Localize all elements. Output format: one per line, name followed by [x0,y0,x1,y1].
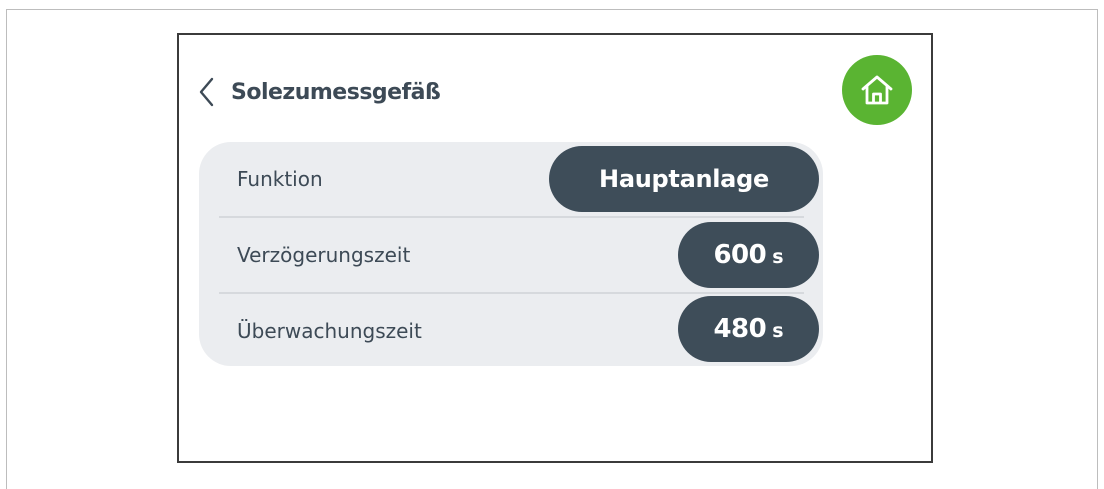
pill-value: 480 [713,314,767,344]
pill-value: Hauptanlage [599,165,769,193]
device-screen: Solezumessgefäß Funktion Hauptanlage Ver… [177,33,933,463]
row-label: Überwachungszeit [237,319,422,343]
settings-panel: Funktion Hauptanlage Verzögerungszeit 60… [199,142,823,366]
home-icon [861,75,893,105]
row-label: Verzögerungszeit [237,243,411,267]
back-button[interactable] [199,75,225,109]
pill-unit: s [772,320,784,342]
chevron-left-icon [199,77,214,107]
pill-value: 600 [713,240,767,270]
row-label: Funktion [237,167,323,191]
verzoegerungszeit-value-button[interactable]: 600 s [678,222,819,288]
settings-row-verzoegerungszeit: Verzögerungszeit 600 s [199,218,823,292]
home-button[interactable] [842,55,912,125]
settings-row-ueberwachungszeit: Überwachungszeit 480 s [199,294,823,368]
pill-unit: s [772,246,784,268]
header: Solezumessgefäß [199,75,441,109]
page-title: Solezumessgefäß [231,79,441,105]
ueberwachungszeit-value-button[interactable]: 480 s [678,296,819,362]
funktion-value-button[interactable]: Hauptanlage [549,146,819,212]
settings-row-funktion: Funktion Hauptanlage [199,142,823,216]
